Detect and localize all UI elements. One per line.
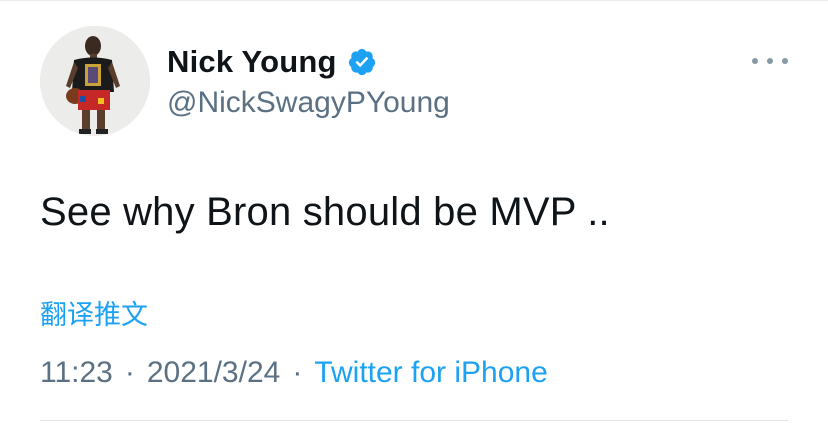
separator: ·: [292, 356, 303, 389]
tweet-text: See why Bron should be MVP ..: [40, 190, 610, 234]
separator: ·: [124, 356, 135, 389]
avatar-image: [40, 26, 150, 136]
tweet-date[interactable]: 2021/3/24: [147, 356, 280, 390]
more-dot: [782, 58, 788, 64]
tweet-time[interactable]: 11:23: [40, 356, 113, 390]
name-row: Nick Young: [167, 42, 377, 82]
tweet-source-link[interactable]: Twitter for iPhone: [314, 356, 547, 390]
more-dot: [767, 58, 773, 64]
tweet-card: Nick Young @NickSwagyPYoung See why Bron…: [0, 0, 828, 423]
bottom-divider: [40, 420, 788, 421]
avatar[interactable]: [40, 26, 150, 136]
translate-tweet-link[interactable]: 翻译推文: [40, 293, 148, 332]
display-name[interactable]: Nick Young: [167, 44, 337, 80]
more-dot: [752, 58, 758, 64]
top-divider: [0, 0, 828, 1]
tweet-metadata: 11:23 · 2021/3/24 · Twitter for iPhone: [40, 356, 548, 390]
user-handle[interactable]: @NickSwagyPYoung: [167, 86, 450, 120]
verified-badge-icon: [347, 47, 377, 77]
more-options-icon[interactable]: [752, 54, 788, 68]
